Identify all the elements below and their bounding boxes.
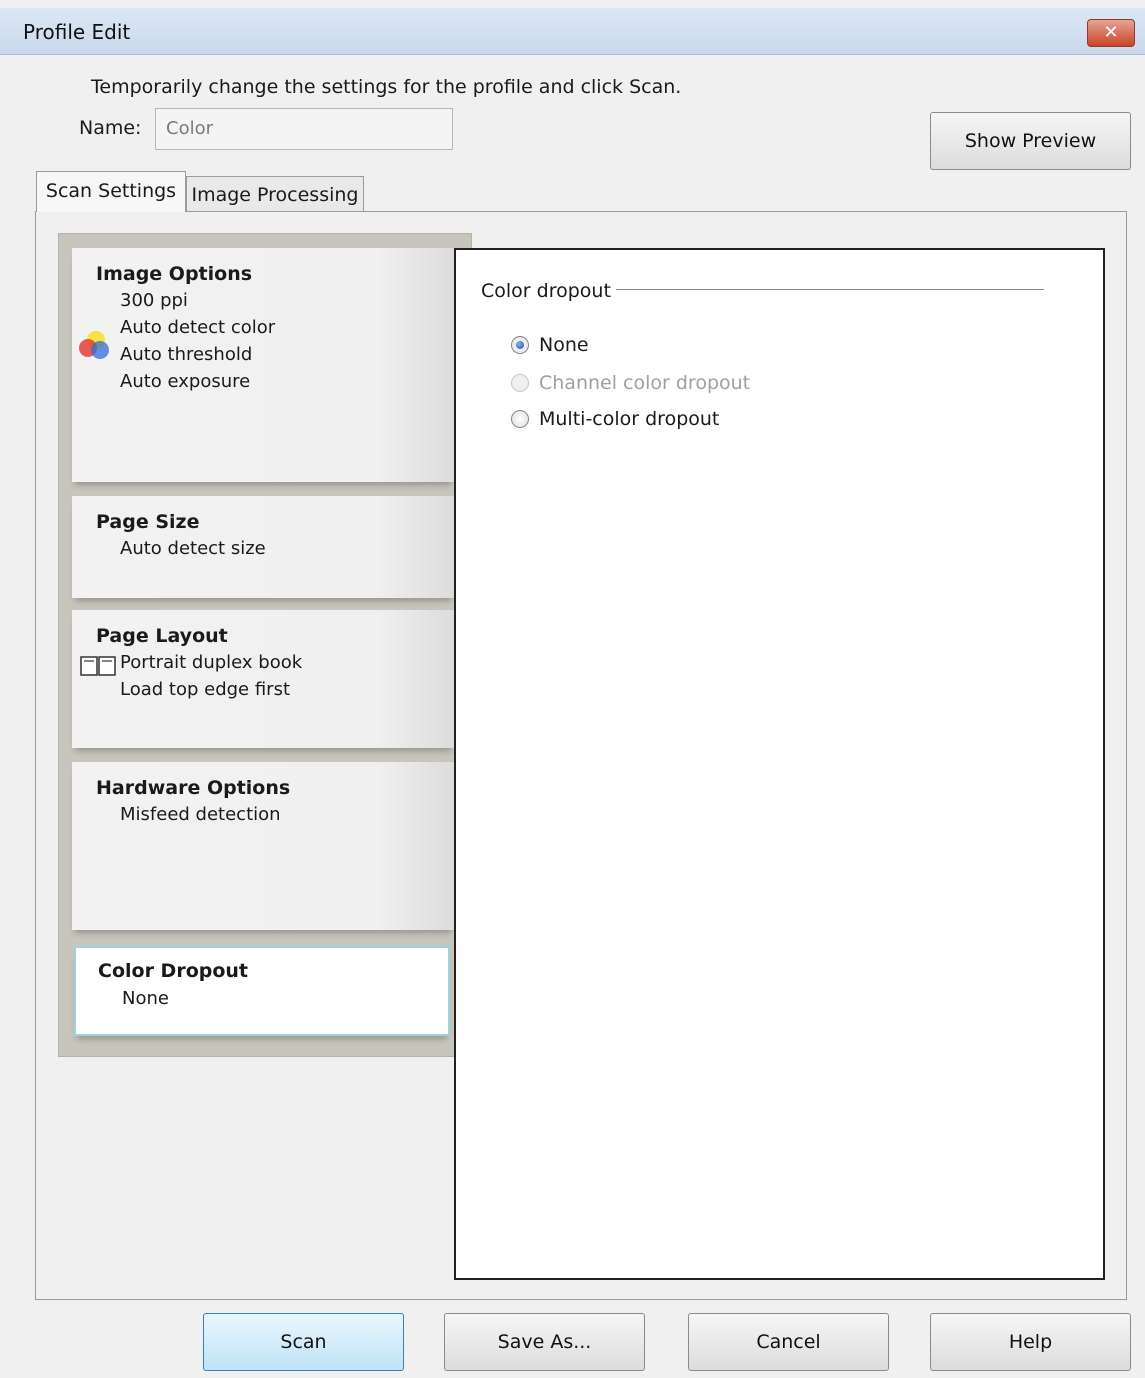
cancel-button[interactable]: Cancel <box>688 1313 889 1371</box>
window-title: Profile Edit <box>23 20 131 44</box>
book-layout-icon <box>80 656 116 676</box>
radio-label: Channel color dropout <box>539 372 751 394</box>
card-page-layout[interactable]: Page Layout Portrait duplex book Load to… <box>72 610 454 748</box>
card-line: Load top edge first <box>120 679 291 700</box>
close-button[interactable]: ✕ <box>1087 19 1135 47</box>
card-image-options[interactable]: Image Options 300 ppi Auto detect color … <box>72 248 454 482</box>
help-button[interactable]: Help <box>930 1313 1131 1371</box>
card-title: Image Options <box>96 263 253 285</box>
show-preview-button[interactable]: Show Preview <box>930 112 1131 170</box>
name-field[interactable]: Color <box>155 108 453 150</box>
card-color-dropout[interactable]: Color Dropout None <box>74 946 450 1036</box>
radio-label: Multi-color dropout <box>539 408 720 430</box>
card-line: Auto threshold <box>120 344 253 365</box>
card-title: Page Layout <box>96 625 228 647</box>
radio-button <box>511 374 529 392</box>
card-title: Page Size <box>96 511 200 533</box>
color-dropout-group-label: Color dropout <box>481 280 611 302</box>
card-title: Hardware Options <box>96 777 291 799</box>
color-dropout-panel: Color dropout None Channel color dropout… <box>454 248 1105 1280</box>
card-line: Auto detect size <box>120 538 266 559</box>
radio-button[interactable] <box>511 410 529 428</box>
save-as-button[interactable]: Save As... <box>444 1313 645 1371</box>
card-line: 300 ppi <box>120 290 188 311</box>
card-title: Color Dropout <box>98 960 249 982</box>
card-line: Auto exposure <box>120 371 251 392</box>
card-page-size[interactable]: Page Size Auto detect size <box>72 496 454 598</box>
card-hardware-options[interactable]: Hardware Options Misfeed detection <box>72 762 454 930</box>
close-icon: ✕ <box>1103 22 1119 43</box>
card-line: Misfeed detection <box>120 804 281 825</box>
scan-button[interactable]: Scan <box>203 1313 404 1371</box>
group-divider <box>616 289 1044 290</box>
radio-button[interactable] <box>511 336 529 354</box>
color-circles-icon <box>79 331 109 359</box>
radio-label: None <box>539 334 589 356</box>
name-label: Name: <box>79 117 142 139</box>
card-line: Auto detect color <box>120 317 276 338</box>
tab-image-processing[interactable]: Image Processing <box>186 176 364 212</box>
card-line: None <box>122 988 169 1009</box>
instruction-text: Temporarily change the settings for the … <box>91 76 682 98</box>
tab-scan-settings[interactable]: Scan Settings <box>36 171 186 212</box>
title-bar: Profile Edit ✕ <box>0 8 1145 55</box>
card-line: Portrait duplex book <box>120 652 303 673</box>
